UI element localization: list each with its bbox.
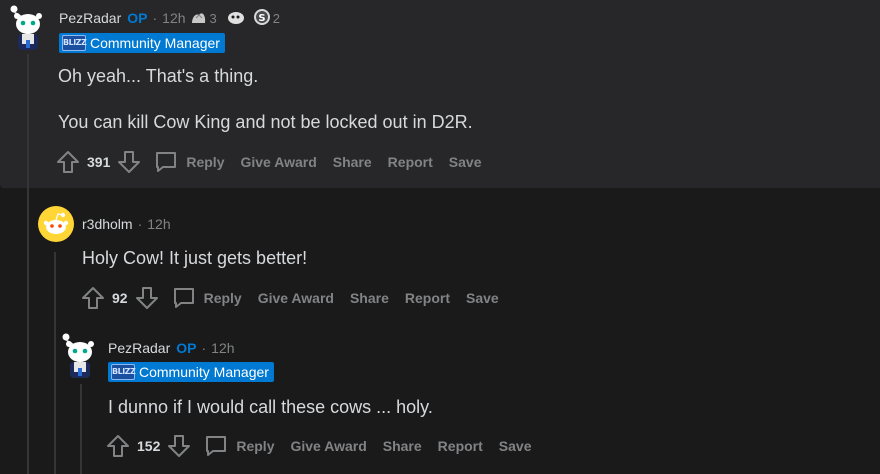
save-label: Save bbox=[466, 290, 499, 306]
avatar[interactable] bbox=[60, 332, 100, 378]
give-award-button[interactable]: Give Award bbox=[290, 438, 366, 454]
report-label: Report bbox=[437, 438, 483, 454]
snoo-avatar-icon bbox=[62, 333, 94, 378]
op-badge: OP bbox=[176, 340, 197, 356]
give-award-label: Give Award bbox=[240, 154, 317, 170]
downvote-arrow-icon[interactable] bbox=[134, 285, 160, 311]
upvote-arrow-icon[interactable] bbox=[55, 149, 81, 175]
svg-text:S: S bbox=[258, 13, 265, 24]
reply-button[interactable]: Reply bbox=[204, 434, 274, 458]
save-button[interactable]: Save bbox=[499, 438, 532, 454]
comment-bubble-icon bbox=[173, 288, 194, 308]
avatar[interactable] bbox=[38, 206, 74, 242]
snoo-avatar-icon bbox=[38, 206, 74, 242]
share-label: Share bbox=[332, 154, 372, 170]
award-count: 2 bbox=[272, 10, 280, 26]
comment-meta: PezRadar OP · 12h bbox=[108, 339, 235, 357]
comment-meta: r3dholm · 12h bbox=[82, 215, 171, 233]
save-button[interactable]: Save bbox=[466, 290, 499, 306]
give-award-button[interactable]: Give Award bbox=[258, 290, 334, 306]
comment-action-bar: 92 Reply Give Award Share Report Save bbox=[80, 285, 499, 311]
separator-dot: · bbox=[201, 340, 207, 356]
share-button[interactable]: Share bbox=[333, 154, 372, 170]
blizzard-logo-icon: BLIZZ bbox=[62, 35, 87, 51]
coin-award-icon[interactable]: S bbox=[253, 8, 271, 29]
flair-text: Community Manager bbox=[139, 364, 269, 380]
give-award-label: Give Award bbox=[290, 438, 367, 454]
give-award-label: Give Award bbox=[257, 290, 334, 306]
comment-body-paragraph: Holy Cow! It just gets better! bbox=[82, 248, 308, 268]
reply-label: Reply bbox=[186, 154, 225, 170]
timestamp-link[interactable]: 12h bbox=[162, 10, 185, 26]
upvote-arrow-icon[interactable] bbox=[105, 433, 131, 459]
reply-label: Reply bbox=[236, 438, 275, 454]
username-link[interactable]: PezRadar bbox=[59, 10, 121, 26]
upvote-arrow-icon[interactable] bbox=[80, 285, 106, 311]
user-flair: BLIZZ Community Manager bbox=[59, 33, 225, 53]
comment-action-bar: 152 Reply Give Award Share Report Save bbox=[105, 433, 532, 459]
report-button[interactable]: Report bbox=[405, 290, 450, 306]
reply-label: Reply bbox=[203, 290, 242, 306]
thread-line-1[interactable] bbox=[27, 54, 29, 474]
give-award-button[interactable]: Give Award bbox=[240, 154, 316, 170]
flair-text: Community Manager bbox=[90, 35, 220, 51]
thread-line-3[interactable] bbox=[80, 384, 82, 474]
save-button[interactable]: Save bbox=[449, 154, 482, 170]
share-label: Share bbox=[382, 438, 422, 454]
avatar[interactable] bbox=[8, 4, 48, 50]
comment-body-paragraph: I dunno if I would call these cows ... h… bbox=[108, 397, 433, 417]
share-label: Share bbox=[349, 290, 389, 306]
share-button[interactable]: Share bbox=[383, 438, 422, 454]
moon-award-icon[interactable] bbox=[227, 9, 245, 28]
timestamp-link[interactable]: 12h bbox=[211, 340, 234, 356]
vote-score: 152 bbox=[137, 438, 161, 454]
save-label: Save bbox=[498, 438, 532, 454]
comment-bubble-icon bbox=[206, 436, 227, 456]
vote-score: 391 bbox=[87, 154, 111, 170]
hands-award-icon[interactable] bbox=[190, 9, 208, 28]
timestamp-link[interactable]: 12h bbox=[147, 216, 170, 232]
report-label: Report bbox=[404, 290, 451, 306]
blizzard-logo-icon: BLIZZ bbox=[111, 364, 136, 380]
comment-action-bar: 391 Reply Give Award Share Report Save bbox=[55, 149, 482, 175]
report-button[interactable]: Report bbox=[388, 154, 433, 170]
save-label: Save bbox=[448, 154, 482, 170]
share-button[interactable]: Share bbox=[350, 290, 389, 306]
snoo-avatar-icon bbox=[10, 5, 42, 50]
award-count: 3 bbox=[209, 10, 217, 26]
user-flair: BLIZZ Community Manager bbox=[108, 362, 274, 382]
comment-bubble-icon bbox=[156, 152, 177, 172]
report-button[interactable]: Report bbox=[438, 438, 483, 454]
username-link[interactable]: PezRadar bbox=[108, 340, 170, 356]
comment-meta: PezRadar OP · 12h 3 S 2 bbox=[59, 8, 286, 29]
separator-dot: · bbox=[152, 10, 158, 26]
downvote-arrow-icon[interactable] bbox=[116, 149, 142, 175]
vote-score: 92 bbox=[112, 290, 128, 306]
downvote-arrow-icon[interactable] bbox=[166, 433, 192, 459]
comment-body-paragraph: Oh yeah... That's a thing. bbox=[58, 66, 259, 86]
op-badge: OP bbox=[127, 10, 148, 26]
comment-body-paragraph: You can kill Cow King and not be locked … bbox=[58, 112, 473, 132]
reply-button[interactable]: Reply bbox=[154, 150, 224, 174]
separator-dot: · bbox=[137, 216, 143, 232]
report-label: Report bbox=[387, 154, 433, 170]
reply-button[interactable]: Reply bbox=[172, 286, 242, 310]
thread-line-2[interactable] bbox=[54, 252, 56, 474]
username-link[interactable]: r3dholm bbox=[82, 216, 133, 232]
